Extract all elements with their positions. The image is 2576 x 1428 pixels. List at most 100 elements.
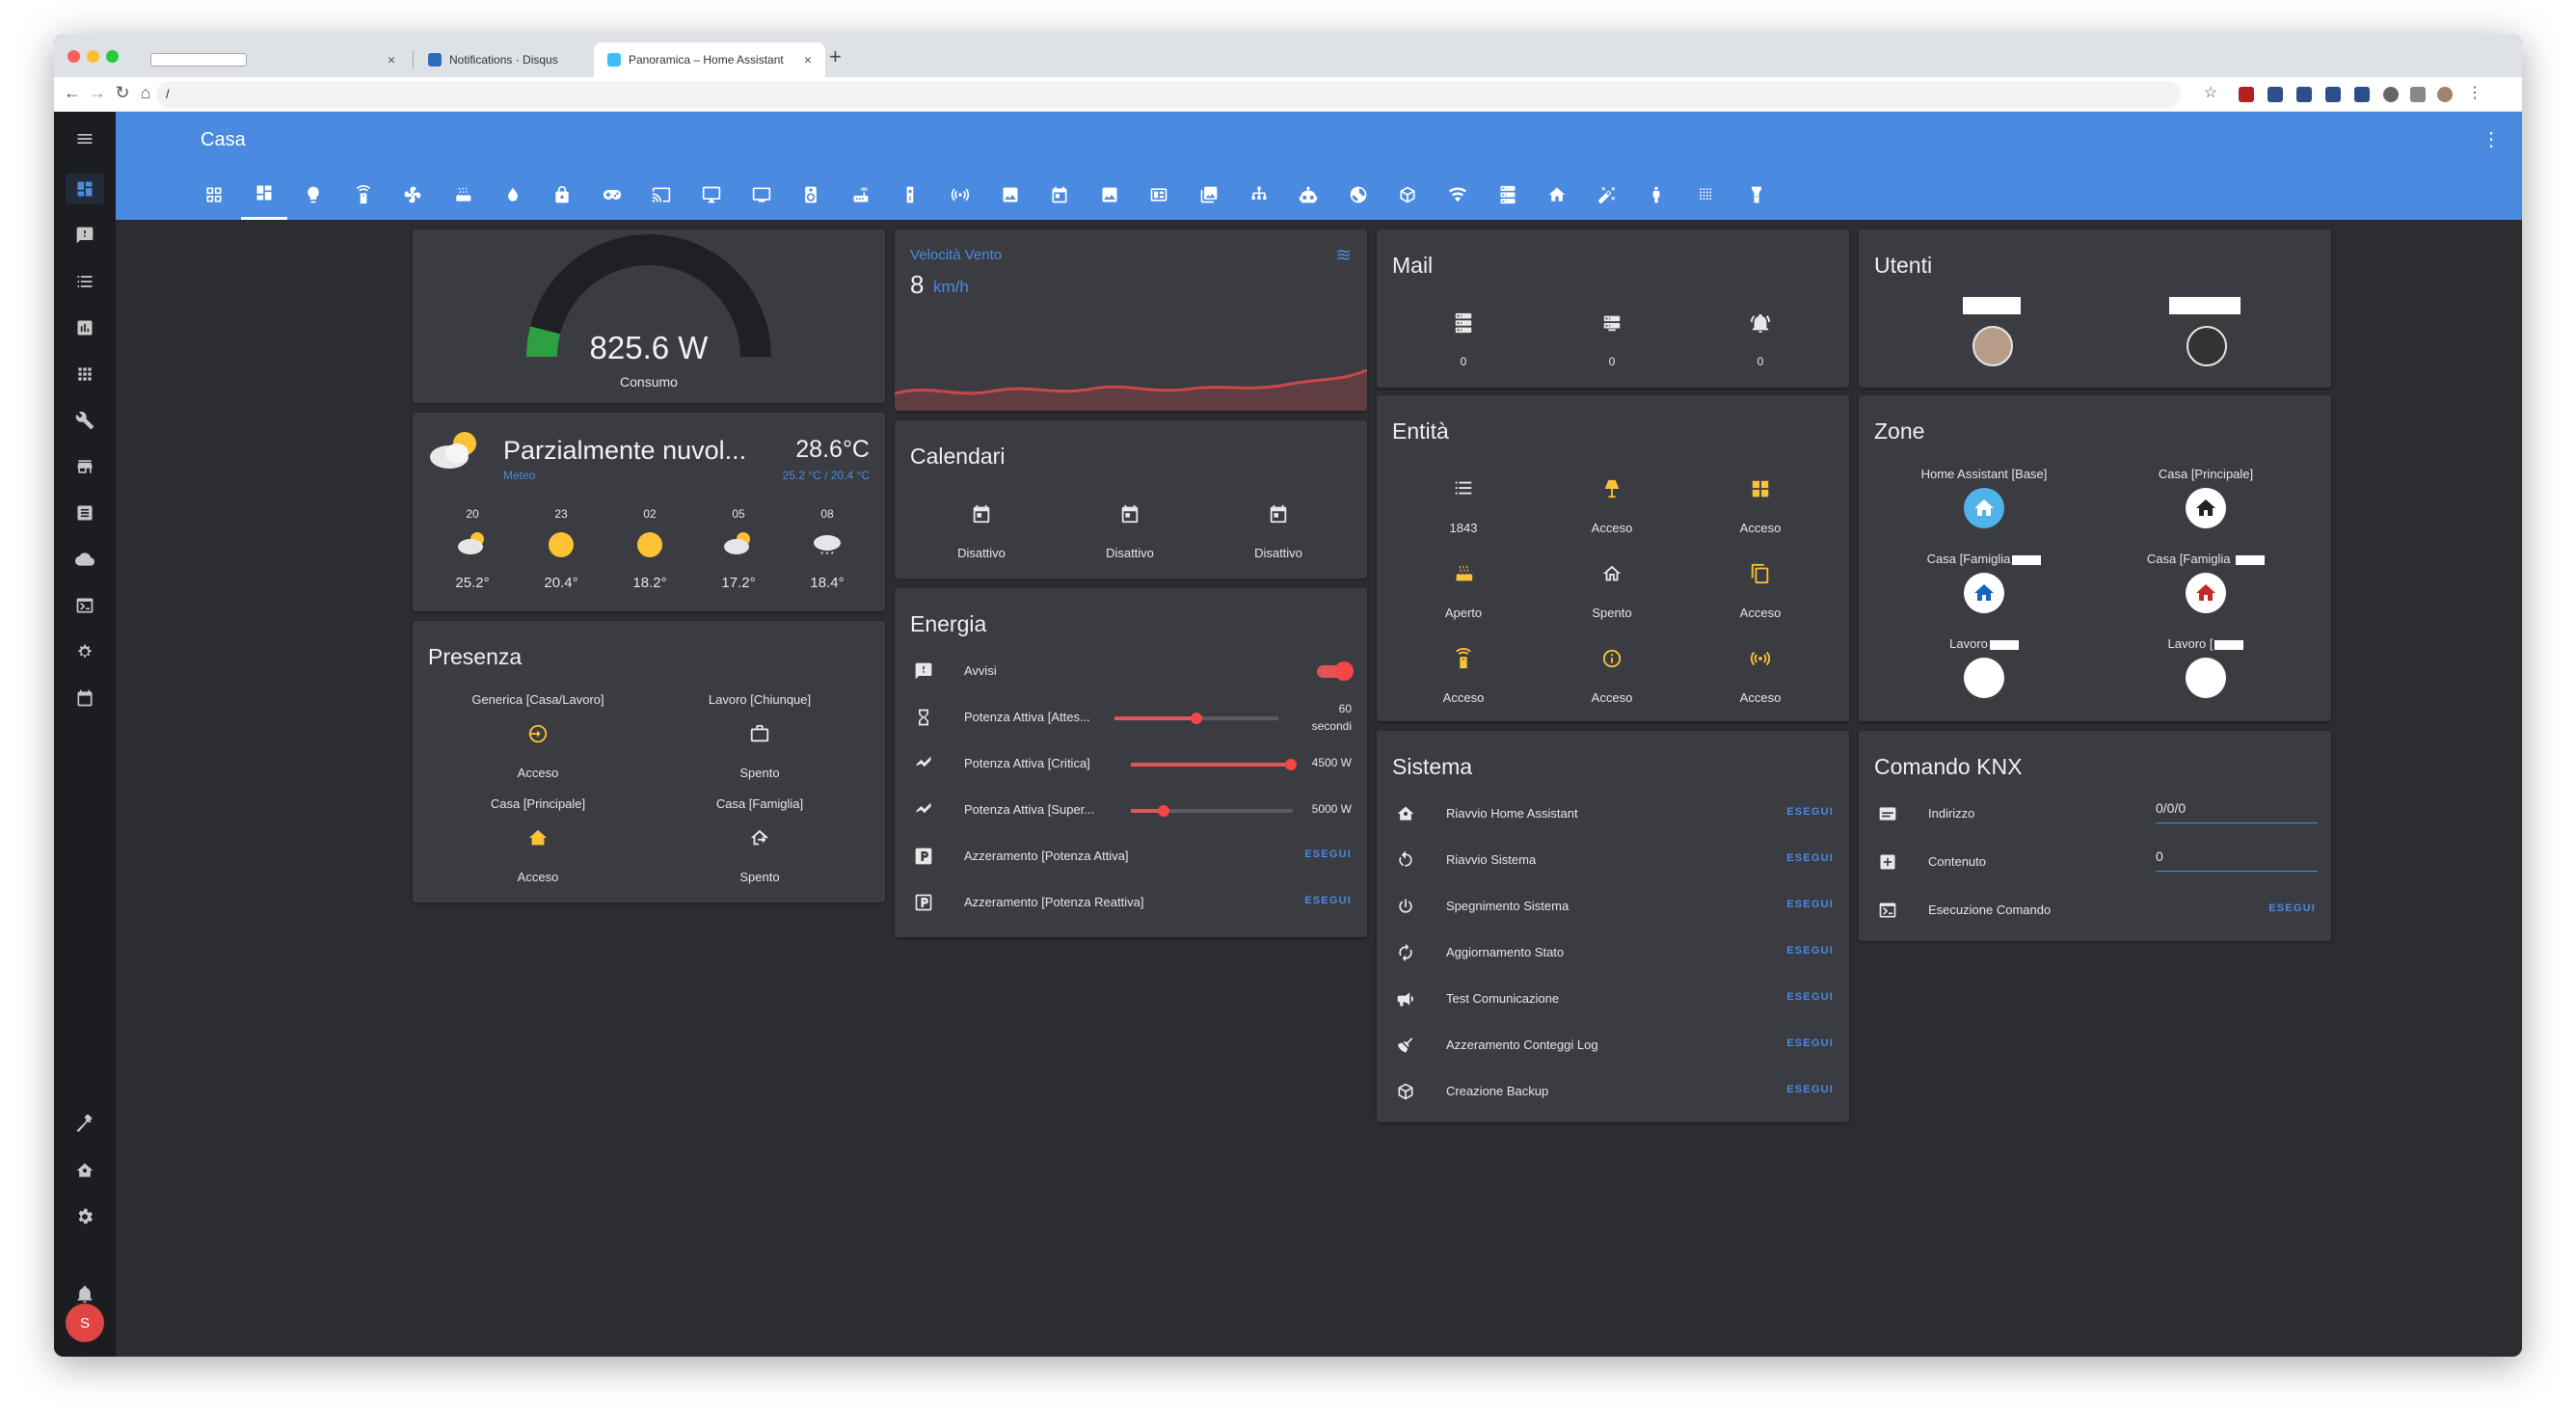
tab-router[interactable] [838, 174, 884, 220]
list-icon[interactable] [66, 266, 104, 297]
radio-tower-icon[interactable] [1750, 648, 1771, 669]
home-icon[interactable]: ⌂ [135, 83, 156, 103]
grid-icon[interactable] [66, 359, 104, 390]
content-field[interactable]: 0 [2156, 849, 2318, 872]
copy-icon[interactable] [1750, 563, 1771, 584]
terminal-icon[interactable] [66, 590, 104, 621]
home-export-icon[interactable] [749, 827, 770, 849]
home-outline-icon[interactable] [1601, 563, 1623, 584]
bookmark-star-icon[interactable]: ☆ [2200, 83, 2221, 102]
home-import-icon[interactable] [527, 827, 549, 849]
close-window-button[interactable] [67, 50, 80, 63]
minimize-window-button[interactable] [87, 50, 99, 63]
tab-remote-2[interactable] [887, 174, 933, 220]
tab-dots[interactable] [1683, 174, 1730, 220]
tab-fan-ac[interactable] [389, 174, 436, 220]
tab-wifi[interactable] [1435, 174, 1481, 220]
briefcase-icon[interactable] [749, 723, 770, 744]
tab-tv[interactable] [738, 174, 785, 220]
info-icon[interactable] [1601, 648, 1623, 669]
forward-icon[interactable]: → [87, 83, 108, 103]
zoom-window-button[interactable] [106, 50, 119, 63]
tab-cube[interactable] [1384, 174, 1431, 220]
lamp-icon[interactable] [1601, 478, 1623, 499]
browser-menu-icon[interactable]: ⋮ [2464, 83, 2485, 102]
tab-home[interactable] [1534, 174, 1580, 220]
avatar[interactable]: S [66, 1304, 104, 1342]
execute-button[interactable]: ESEGUI [1786, 852, 1834, 864]
wind-sensor-card[interactable]: Velocità Vento 8 km/h ≋ [895, 229, 1367, 411]
execute-button[interactable]: ESEGUI [1786, 991, 1834, 1003]
execute-button[interactable]: ESEGUI [1304, 895, 1352, 906]
execute-button[interactable]: ESEGUI [1786, 1037, 1834, 1049]
tab-image[interactable] [1087, 174, 1133, 220]
avatar[interactable] [1972, 326, 2013, 366]
zone-badge[interactable] [1964, 658, 2004, 698]
tab-gallery[interactable] [1186, 174, 1232, 220]
avatar[interactable] [2187, 326, 2227, 366]
tab-server[interactable] [1485, 174, 1531, 220]
extensions-puzzle-icon[interactable] [2383, 87, 2399, 102]
extension-download-icon[interactable] [2354, 87, 2370, 102]
tab-robot[interactable] [1285, 174, 1331, 220]
back-icon[interactable]: ← [62, 83, 83, 103]
extension-shield-icon[interactable] [2239, 87, 2254, 102]
reload-icon[interactable]: ↻ [112, 83, 133, 103]
new-tab-button[interactable]: + [829, 44, 842, 69]
execute-button[interactable]: ESEGUI [1304, 849, 1352, 860]
tab-weather[interactable] [1335, 174, 1382, 220]
zone-badge[interactable] [2186, 658, 2226, 698]
execute-button[interactable]: ESEGUI [2268, 903, 2316, 914]
message-icon[interactable] [66, 220, 104, 251]
execute-button[interactable]: ESEGUI [1786, 899, 1834, 910]
browser-tab-home-assistant[interactable]: Panoramica – Home Assistant × [594, 42, 825, 77]
zone-badge[interactable] [1964, 573, 2004, 613]
tab-network[interactable] [1236, 174, 1282, 220]
tab-signal[interactable] [937, 174, 983, 220]
tab-calendar[interactable] [1036, 174, 1083, 220]
login-icon[interactable] [527, 723, 549, 744]
calendar-icon[interactable] [1268, 503, 1289, 525]
slider[interactable] [1114, 713, 1278, 724]
radiator-icon[interactable] [1453, 563, 1474, 584]
server-icon[interactable] [1453, 312, 1474, 334]
format-list-icon[interactable] [1453, 478, 1474, 499]
profile-avatar[interactable] [2437, 87, 2453, 102]
extension-star-2-icon[interactable] [2296, 87, 2312, 102]
tab-satellite[interactable] [987, 174, 1033, 220]
browser-tab-1[interactable]: × [137, 42, 409, 77]
hammer-icon[interactable] [66, 1109, 104, 1140]
remote-icon[interactable] [1453, 647, 1474, 669]
tab-remote[interactable] [340, 174, 387, 220]
tab-magic[interactable] [1584, 174, 1630, 220]
cast-icon[interactable] [2410, 87, 2426, 102]
tab-monitor[interactable] [688, 174, 735, 220]
network-icon[interactable] [66, 636, 104, 667]
execute-button[interactable]: ESEGUI [1786, 945, 1834, 956]
close-tab-icon[interactable]: × [804, 52, 812, 67]
extension-star-icon[interactable] [2267, 87, 2283, 102]
calendar-icon[interactable] [1119, 503, 1140, 525]
bell-ring-icon[interactable] [1750, 312, 1771, 334]
tab-gamepad[interactable] [589, 174, 635, 220]
execute-button[interactable]: ESEGUI [1786, 806, 1834, 818]
tab-water[interactable] [490, 174, 536, 220]
slider[interactable] [1131, 759, 1297, 770]
wrench-icon[interactable] [66, 405, 104, 436]
execute-button[interactable]: ESEGUI [1786, 1084, 1834, 1095]
weather-card[interactable]: Parzialmente nuvol... 28.6°C Meteo 25.2 … [413, 413, 885, 611]
tab-panel[interactable] [1136, 174, 1182, 220]
tab-speaker[interactable] [788, 174, 834, 220]
home-gear-icon[interactable] [66, 1155, 104, 1186]
tab-view-grid-outline[interactable] [191, 174, 237, 220]
tab-lightbulb[interactable] [290, 174, 336, 220]
calendar-icon[interactable] [66, 683, 104, 714]
tab-dashboard[interactable] [240, 174, 287, 220]
address-field[interactable]: 0/0/0 [2156, 800, 2318, 823]
dashboard-icon[interactable] [66, 174, 104, 204]
zone-badge[interactable] [2186, 573, 2226, 613]
slider[interactable] [1131, 805, 1293, 817]
store-icon[interactable] [66, 451, 104, 482]
tab-lock[interactable] [539, 174, 585, 220]
address-bar[interactable]: / [156, 81, 2181, 108]
